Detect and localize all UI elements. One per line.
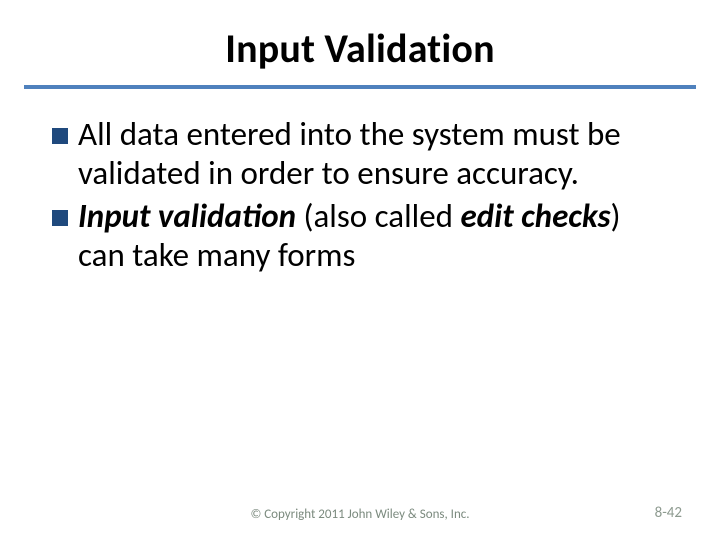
slide-body: All data entered into the system must be…	[0, 89, 720, 275]
text-run-bold-italic: Input validation	[78, 196, 296, 236]
text-run: (also called	[296, 196, 460, 236]
bullet-square-icon	[52, 128, 68, 144]
text-run-bold-italic: edit checks	[460, 196, 610, 236]
copyright-text: © Copyright 2011 John Wiley & Sons, Inc.	[0, 507, 720, 522]
slide: Input Validation All data entered into t…	[0, 0, 720, 540]
slide-title: Input Validation	[0, 0, 720, 83]
text-run: All data entered into the system must be…	[78, 114, 621, 193]
page-number: 8-42	[655, 504, 682, 522]
bullet-text: Input validation (also called edit check…	[78, 197, 674, 275]
bullet-item: All data entered into the system must be…	[52, 115, 674, 193]
bullet-square-icon	[52, 210, 68, 226]
bullet-text: All data entered into the system must be…	[78, 115, 674, 193]
bullet-item: Input validation (also called edit check…	[52, 197, 674, 275]
